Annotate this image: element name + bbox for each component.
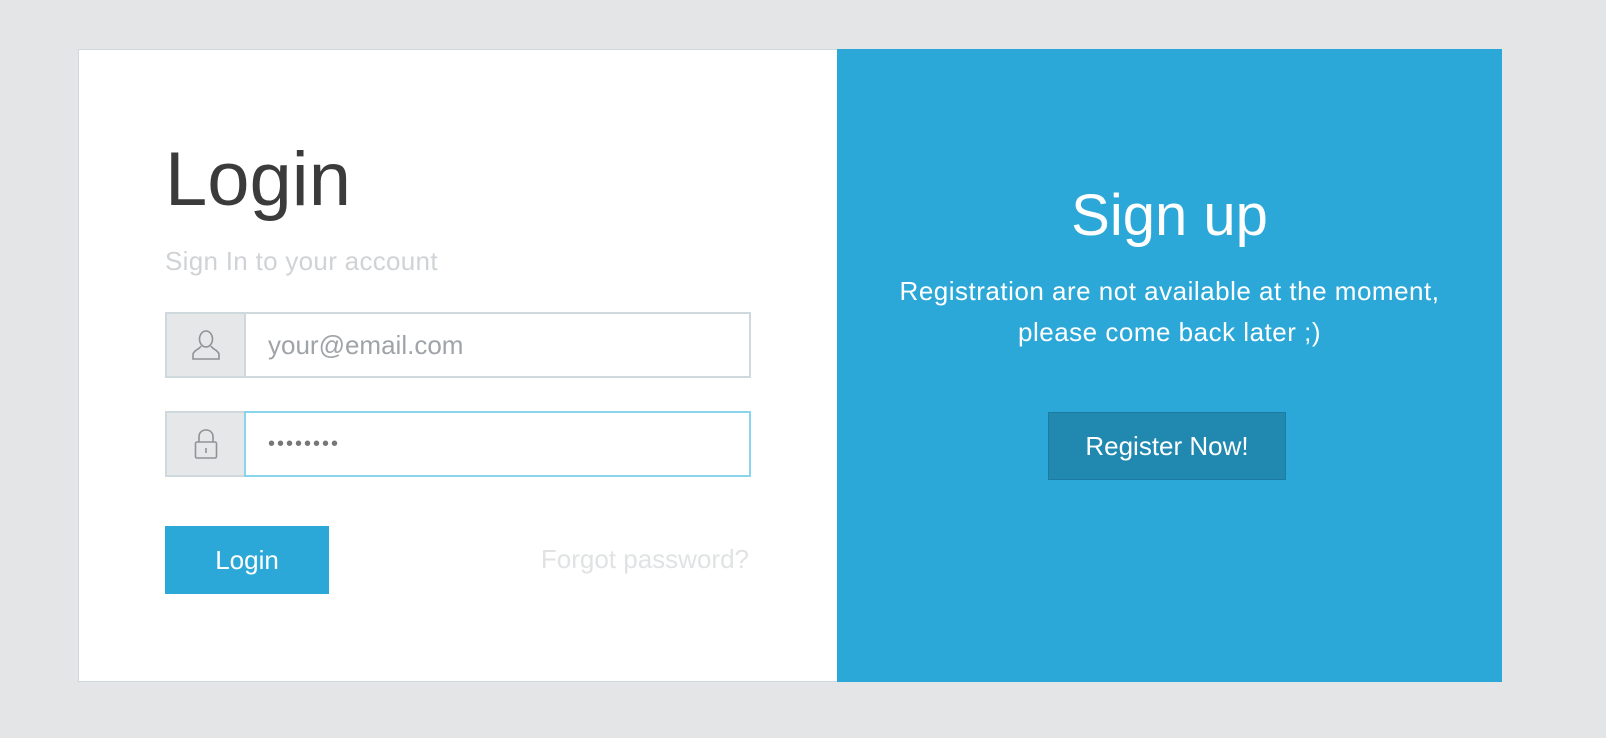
lock-icon bbox=[165, 411, 244, 477]
signup-message-line1: Registration are not available at the mo… bbox=[899, 276, 1440, 306]
login-title: Login bbox=[165, 137, 351, 222]
register-now-button[interactable]: Register Now! bbox=[1048, 412, 1286, 480]
email-input-group bbox=[165, 312, 751, 378]
email-input[interactable] bbox=[244, 312, 751, 378]
forgot-password-link[interactable]: Forgot password? bbox=[529, 544, 749, 575]
password-input[interactable] bbox=[244, 411, 751, 477]
signup-title: Sign up bbox=[1071, 183, 1268, 248]
password-input-group bbox=[165, 411, 751, 477]
signup-message-line2: please come back later ;) bbox=[1018, 317, 1321, 347]
login-button[interactable]: Login bbox=[165, 526, 329, 594]
signup-panel: Sign up Registration are not available a… bbox=[837, 49, 1502, 682]
login-card: Login Sign In to your account Login Forg… bbox=[78, 49, 837, 682]
user-icon bbox=[165, 312, 244, 378]
login-subtitle: Sign In to your account bbox=[165, 246, 438, 276]
signup-message: Registration are not available at the mo… bbox=[867, 271, 1472, 353]
